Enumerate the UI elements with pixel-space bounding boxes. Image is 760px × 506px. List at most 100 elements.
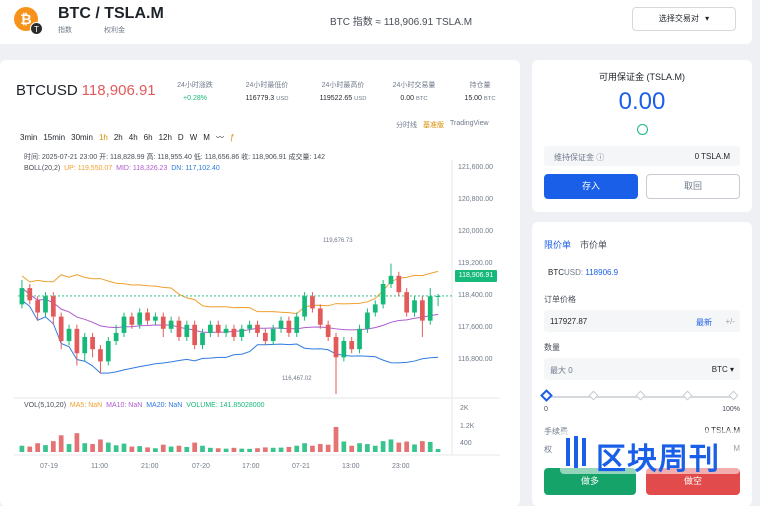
- volume-bar: [160, 444, 166, 452]
- y-tick: 119,200.00: [458, 260, 493, 267]
- candle-body: [168, 320, 174, 329]
- candle-body: [208, 324, 213, 333]
- candle-body: [294, 316, 300, 333]
- candle-body: [58, 316, 64, 342]
- candle-body: [43, 296, 48, 313]
- pair-sub-premium: 权利金: [104, 27, 125, 34]
- volume-bar: [82, 443, 88, 452]
- chart-panel: BTCUSD 118,906.91 24小时涨跌 +0.28% 24小时最低价 116…: [0, 60, 520, 506]
- slider-step[interactable]: [682, 390, 693, 401]
- volume-bar: [153, 448, 158, 452]
- latest-price-button[interactable]: 最新: [696, 317, 712, 328]
- y-tick: 121,600.00: [458, 164, 494, 171]
- top-bar: ₿ T BTC / TSLA.M 指数 权利金 BTC 指数 ≈ 118,906…: [0, 0, 752, 44]
- volume-bar: [145, 447, 150, 452]
- candle-body: [396, 275, 402, 293]
- candle-body: [239, 328, 245, 337]
- candle-body: [420, 300, 425, 321]
- slider-step[interactable]: [588, 390, 599, 401]
- maint-value: 0 TSLA.M: [694, 152, 730, 161]
- info-icon[interactable]: ⓘ: [596, 153, 604, 162]
- y-tick: 118,400.00: [458, 292, 493, 299]
- slider-max-label: 100%: [722, 406, 740, 413]
- volume-bar: [365, 444, 370, 452]
- candle-body: [184, 324, 190, 337]
- volume-bar: [98, 439, 103, 452]
- gauge-icon: [637, 124, 648, 135]
- pair-sub-index: 指数: [58, 27, 72, 34]
- candle-body: [129, 316, 135, 325]
- x-tick: 13:00: [342, 463, 360, 470]
- candlestick-chart[interactable]: [0, 60, 520, 506]
- tab-market-order[interactable]: 市价单: [580, 238, 607, 251]
- volume-bar: [200, 445, 205, 452]
- quantity-slider-knob[interactable]: [540, 389, 553, 402]
- candle-body: [325, 324, 331, 337]
- volume-bar: [380, 441, 386, 452]
- candle-body: [262, 332, 268, 342]
- slider-step[interactable]: [635, 390, 646, 401]
- withdraw-button[interactable]: 取回: [646, 174, 740, 199]
- tab-limit-order[interactable]: 限价单: [544, 238, 571, 251]
- quantity-input[interactable]: 最大 0 BTC ▾: [544, 358, 740, 380]
- margin-value: 0.00: [618, 88, 666, 115]
- x-tick: 21:00: [141, 463, 159, 470]
- volume-bar: [231, 447, 237, 452]
- y-tick: 120,800.00: [458, 196, 494, 203]
- volume-bar: [19, 445, 25, 452]
- candle-body: [137, 312, 143, 325]
- x-tick: 11:00: [91, 463, 108, 470]
- volume-bar: [35, 443, 40, 452]
- candle-body: [427, 296, 433, 321]
- volume-bar: [239, 448, 245, 452]
- volume-bar: [223, 448, 229, 452]
- volume-bar: [435, 449, 441, 452]
- maintenance-margin-row: 维持保证金 ⓘ 0 TSLA.M: [544, 146, 740, 166]
- quantity-max: 最大 0: [550, 366, 573, 375]
- candle-body: [302, 296, 307, 317]
- price-input[interactable]: 117927.87 最新 +/-: [544, 310, 740, 332]
- volume-bar: [333, 426, 339, 452]
- select-pair-label: 选择交易对: [658, 14, 699, 23]
- candle-body: [50, 296, 56, 317]
- candle-body: [247, 324, 252, 329]
- y-tick: 120,000.00: [458, 228, 494, 235]
- volume-bar: [372, 445, 378, 452]
- volume-bar: [192, 442, 198, 452]
- volume-bar: [278, 447, 284, 452]
- volume-bar: [113, 445, 119, 452]
- volume-bar: [341, 441, 347, 452]
- volume-bar: [129, 446, 135, 452]
- x-tick: 07-20: [192, 463, 210, 470]
- volume-bar: [90, 444, 95, 452]
- candle-body: [341, 341, 347, 358]
- volume-bar: [317, 444, 323, 452]
- volume-bar: [168, 446, 174, 452]
- candle-body: [349, 341, 355, 350]
- x-tick: 17:00: [242, 463, 260, 470]
- volume-bar: [412, 444, 417, 452]
- watermark-text: 区块周刊: [596, 443, 720, 476]
- candle-body: [317, 308, 323, 325]
- deposit-button[interactable]: 存入: [544, 174, 638, 199]
- price-step-toggle[interactable]: +/-: [725, 317, 735, 326]
- slider-step[interactable]: [728, 390, 739, 401]
- chevron-down-icon: ▾: [705, 14, 710, 23]
- price-value: 117927.87: [550, 317, 588, 326]
- quantity-label: 数量: [544, 343, 560, 352]
- quantity-unit-select[interactable]: BTC ▾: [712, 365, 734, 374]
- volume-bar: [74, 433, 80, 452]
- select-pair-dropdown[interactable]: 选择交易对 ▾: [632, 7, 736, 31]
- volume-bar: [294, 445, 300, 452]
- volume-bar: [43, 445, 48, 452]
- volume-bar: [388, 439, 394, 452]
- candle-body: [372, 304, 378, 313]
- x-tick: 23:00: [392, 463, 410, 470]
- high-marker: 119,676.73: [323, 238, 353, 244]
- volume-bar: [420, 441, 425, 452]
- volume-bar: [27, 446, 33, 452]
- candle-body: [82, 336, 88, 354]
- x-tick: 07-19: [40, 463, 58, 470]
- volume-bar: [262, 447, 268, 452]
- vol-tick: 400: [460, 440, 472, 447]
